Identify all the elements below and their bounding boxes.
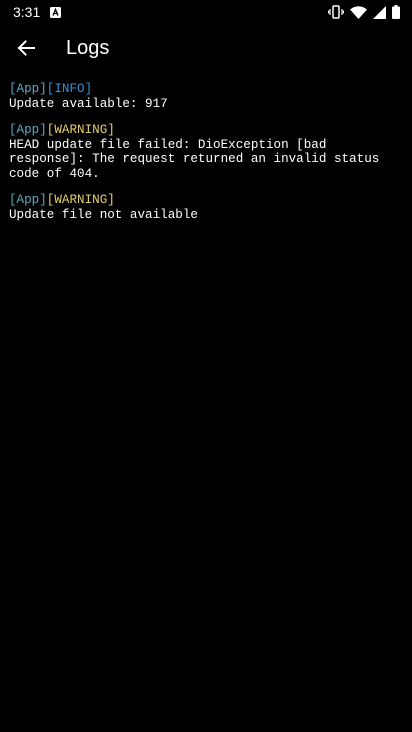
vibrate-icon — [328, 5, 344, 19]
log-message: HEAD update file failed: DioException [b… — [9, 137, 387, 181]
log-header: [App][INFO] — [9, 82, 403, 97]
arrow-left-icon — [17, 40, 35, 56]
status-bar: 3:31 — [0, 0, 412, 24]
log-source-tag: [App] — [9, 193, 47, 207]
log-level-tag: [WARNING] — [46, 193, 115, 207]
log-source-tag: [App] — [9, 123, 47, 137]
notification-a-icon — [50, 6, 62, 18]
log-entry: [App][INFO] Update available: 917 — [9, 82, 403, 111]
log-level-tag: [WARNING] — [46, 123, 115, 137]
log-list: [App][INFO] Update available: 917 [App][… — [9, 82, 403, 234]
app-bar: Logs — [0, 24, 412, 72]
log-entry: [App][WARNING] Update file not available — [9, 193, 403, 222]
page-title: Logs — [66, 36, 110, 59]
log-message: Update available: 917 — [9, 96, 168, 111]
log-source-tag: [App] — [9, 82, 47, 96]
battery-icon — [392, 5, 400, 19]
back-button[interactable] — [2, 24, 50, 72]
log-entry: [App][WARNING] HEAD update file failed: … — [9, 123, 403, 181]
log-header: [App][WARNING] — [9, 123, 403, 138]
log-level-tag: [INFO] — [46, 82, 93, 96]
status-time: 3:31 — [13, 4, 41, 20]
cell-signal-icon — [373, 5, 386, 19]
wifi-icon — [350, 5, 367, 19]
log-message: Update file not available — [9, 207, 198, 222]
log-header: [App][WARNING] — [9, 193, 403, 208]
